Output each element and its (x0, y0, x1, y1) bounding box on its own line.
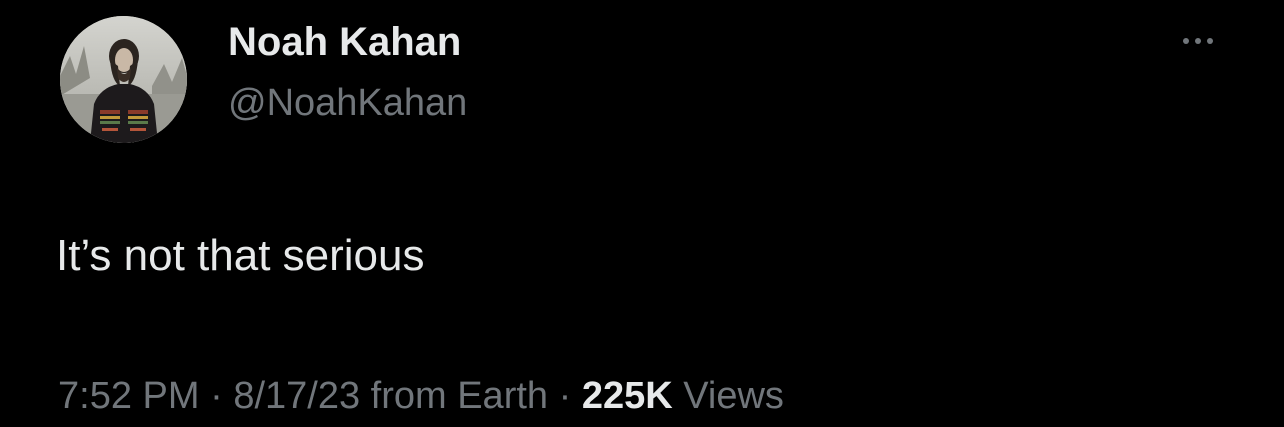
tweet-text: It’s not that serious (56, 231, 425, 280)
tweet-time[interactable]: 7:52 PM (58, 375, 200, 417)
views-count[interactable]: 225K (582, 375, 673, 417)
more-horizontal-icon (1183, 38, 1189, 44)
tweet-metadata: 7:52 PM · 8/17/23 from Earth · 225K View… (58, 368, 784, 424)
profile-photo-image (60, 16, 187, 143)
more-horizontal-icon-dot (1207, 38, 1213, 44)
author-handle[interactable]: @NoahKahan (228, 78, 467, 128)
more-horizontal-icon-dot (1195, 38, 1201, 44)
avatar[interactable] (60, 16, 187, 143)
meta-separator: · (210, 375, 223, 417)
author-display-name[interactable]: Noah Kahan (228, 16, 461, 68)
meta-separator: · (558, 375, 572, 417)
tweet-card: Noah Kahan @NoahKahan It’s not that seri… (0, 0, 1284, 427)
views-label: Views (683, 375, 784, 417)
more-options-button[interactable] (1172, 26, 1224, 56)
tweet-date-source[interactable]: 8/17/23 from Earth (233, 375, 548, 417)
